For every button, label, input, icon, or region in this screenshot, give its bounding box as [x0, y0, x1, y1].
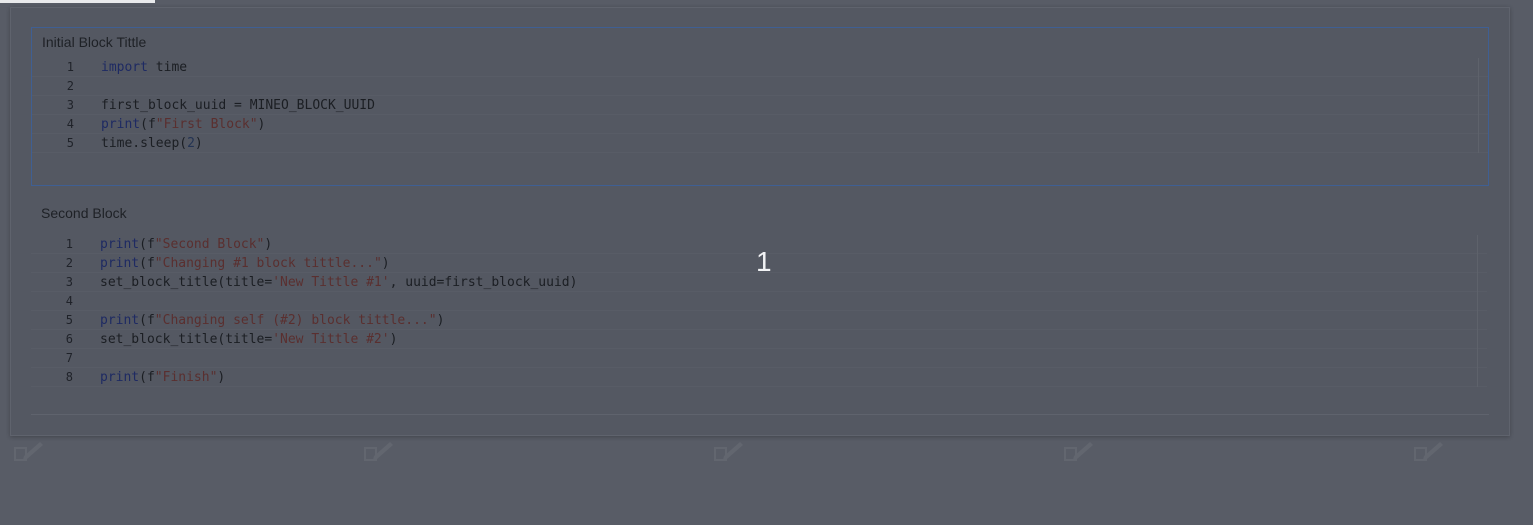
code-token: time: [147, 60, 188, 75]
line-number: 3: [65, 275, 73, 289]
code-token: ): [264, 237, 273, 252]
code-string: "Changing #1 block tittle...": [154, 256, 382, 271]
code-text: print(f"Changing self (#2) block tittle.…: [100, 311, 444, 330]
edit-icon: [14, 442, 43, 461]
line-number: 3: [66, 98, 74, 112]
top-tab[interactable]: [0, 0, 155, 3]
edit-icon: [364, 442, 393, 461]
code-token: ): [257, 117, 266, 132]
code-token: set_block_title(title=: [100, 332, 273, 347]
code-keyword: print: [100, 313, 140, 328]
line-number: 5: [65, 313, 73, 327]
code-string: 'New Tittle #2': [272, 332, 390, 347]
code-text: first_block_uuid = MINEO_BLOCK_UUID: [101, 96, 375, 115]
line-number: 5: [66, 136, 74, 150]
code-line[interactable]: 7: [31, 349, 1487, 368]
code-token: ): [217, 370, 226, 385]
code-token: (f: [140, 117, 156, 132]
edit-icon: [1064, 442, 1093, 461]
code-token: set_block_title(title=: [100, 275, 273, 290]
line-number: 2: [65, 256, 73, 270]
code-keyword: import: [101, 60, 148, 75]
block-title-1[interactable]: Initial Block Tittle: [42, 34, 146, 50]
line-number: 1: [65, 237, 73, 251]
code-string: "Changing self (#2) block tittle...": [154, 313, 437, 328]
code-token: first_block_uuid = MINEO_BLOCK_UUID: [101, 98, 375, 113]
edit-icon: [714, 442, 743, 461]
code-line[interactable]: 6 set_block_title(title='New Tittle #2'): [31, 330, 1487, 349]
code-text: time.sleep(2): [101, 134, 203, 153]
line-number: 6: [65, 332, 73, 346]
code-text: set_block_title(title='New Tittle #2'): [100, 330, 397, 349]
code-token: ): [381, 256, 390, 271]
code-string: "First Block": [155, 117, 258, 132]
code-keyword: print: [101, 117, 141, 132]
divider: [31, 414, 1489, 415]
notebook-panel: Initial Block Tittle 1 import time 2 3 first…: [10, 7, 1510, 436]
code-token: (f: [139, 256, 155, 271]
line-number: 7: [65, 351, 73, 365]
code-token: ): [436, 313, 445, 328]
code-keyword: print: [100, 370, 140, 385]
code-token: (f: [139, 313, 155, 328]
code-line[interactable]: 4: [31, 292, 1487, 311]
code-keyword: print: [100, 237, 140, 252]
line-number: 1: [66, 60, 74, 74]
code-text: print(f"First Block"): [101, 115, 265, 134]
code-string: "Second Block": [154, 237, 265, 252]
code-text: print(f"Finish"): [100, 368, 225, 387]
code-text: import time: [101, 58, 187, 77]
code-token: (f: [139, 237, 155, 252]
code-line[interactable]: 4 print(f"First Block"): [32, 115, 1488, 134]
code-token: , uuid=first_block_uuid): [389, 275, 578, 290]
code-block-1[interactable]: Initial Block Tittle 1 import time 2 3 first…: [31, 27, 1489, 186]
block-title-2[interactable]: Second Block: [41, 205, 127, 221]
code-number: 2: [187, 136, 195, 151]
code-keyword: print: [100, 256, 140, 271]
code-string: 'New Tittle #1': [272, 275, 390, 290]
line-number: 2: [66, 79, 74, 93]
code-string: "Finish": [154, 370, 218, 385]
code-line[interactable]: 1 import time: [32, 58, 1488, 77]
code-editor-1[interactable]: 1 import time 2 3 first_block_uuid = MINEO_B…: [32, 58, 1488, 153]
line-number: 4: [65, 294, 73, 308]
code-line[interactable]: 5 time.sleep(2): [32, 134, 1488, 153]
code-line[interactable]: 3 first_block_uuid = MINEO_BLOCK_UUID: [32, 96, 1488, 115]
code-text: print(f"Changing #1 block tittle..."): [100, 254, 390, 273]
code-token: ): [194, 136, 203, 151]
code-token: ): [389, 332, 398, 347]
code-line[interactable]: 5 print(f"Changing self (#2) block tittle…: [31, 311, 1487, 330]
code-text: set_block_title(title='New Tittle #1', u…: [100, 273, 577, 292]
code-token: time.sleep(: [101, 136, 188, 151]
line-number: 4: [66, 117, 74, 131]
code-token: (f: [139, 370, 155, 385]
edit-icon: [1414, 442, 1443, 461]
code-text: print(f"Second Block"): [100, 235, 272, 254]
code-line[interactable]: 8 print(f"Finish"): [31, 368, 1487, 387]
code-block-2[interactable]: Second Block 1 print(f"Second Block") 2 pri…: [31, 199, 1487, 397]
line-number: 8: [65, 370, 73, 384]
code-line[interactable]: 2: [32, 77, 1488, 96]
loading-counter: 1: [756, 246, 772, 277]
